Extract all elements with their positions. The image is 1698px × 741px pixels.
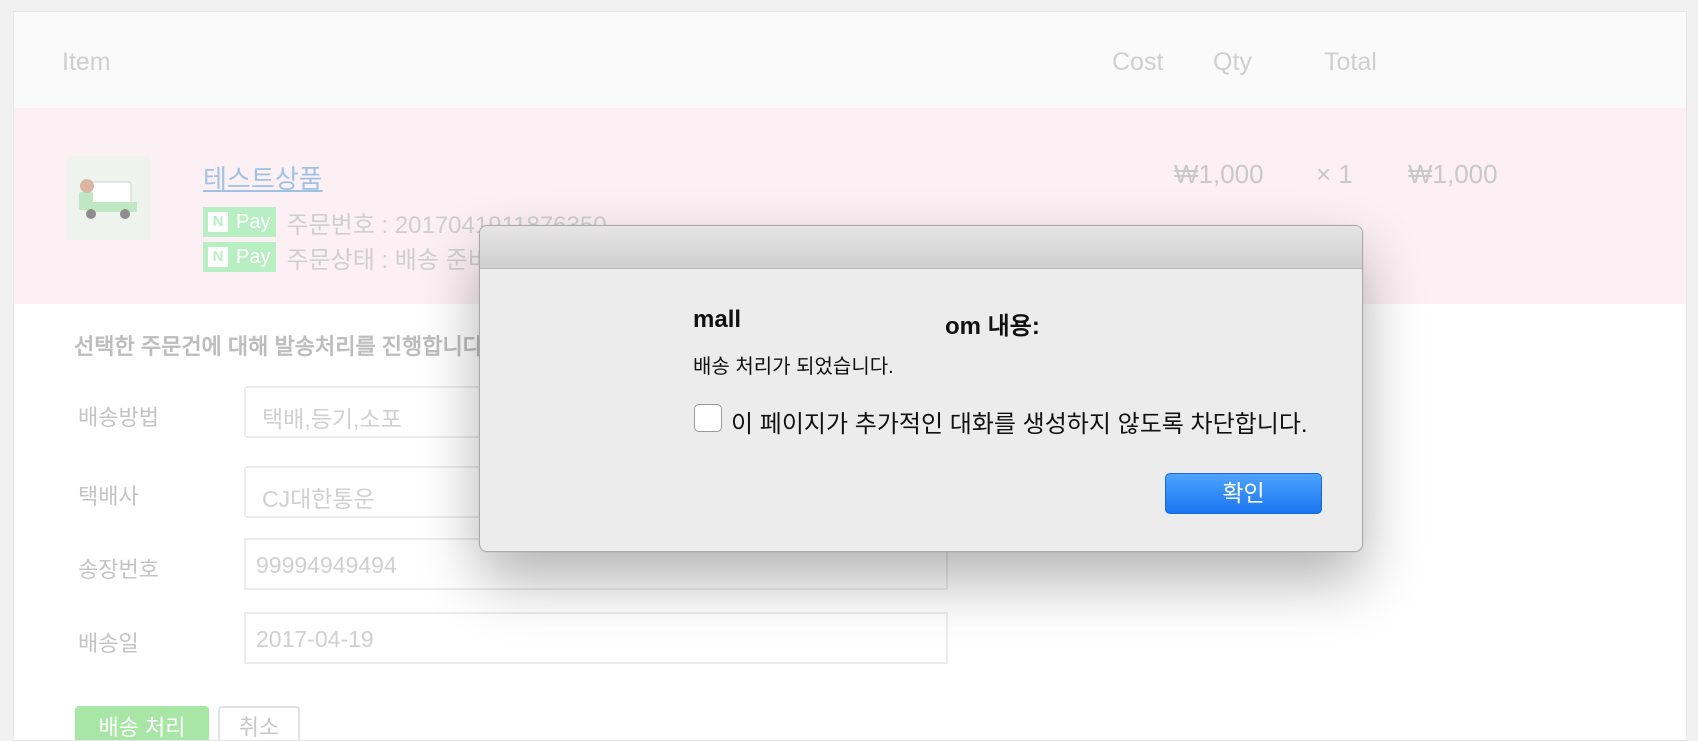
dialog-title-right: om 내용: <box>945 313 1040 340</box>
field-label-invoice-number: 송장번호 <box>78 557 159 582</box>
header-total: Total <box>1324 48 1377 76</box>
order-status: 주문상태 : 배송 준비 <box>286 246 490 274</box>
item-qty: × 1 <box>1316 159 1353 189</box>
product-name-link[interactable]: 테스트상품 <box>203 159 323 196</box>
product-thumbnail[interactable] <box>67 156 151 240</box>
cancel-button[interactable]: 취소 <box>218 706 300 740</box>
ship-button[interactable]: 배송 처리 <box>75 706 209 740</box>
header-cost: Cost <box>1112 48 1164 76</box>
block-dialogs-checkbox[interactable] <box>694 404 722 432</box>
naver-pay-badge: N Pay <box>203 242 277 272</box>
dialog-title-left: mall <box>693 306 742 333</box>
pay-badge-label: Pay <box>236 245 271 268</box>
naver-pay-badge: N Pay <box>203 207 277 237</box>
header-qty: Qty <box>1213 48 1252 76</box>
delivery-truck-icon <box>79 179 137 219</box>
ship-date-input[interactable]: 2017-04-19 <box>244 612 948 664</box>
order-status-line: N Pay 주문상태 : 배송 준비 <box>203 241 490 274</box>
field-label-ship-date: 배송일 <box>78 631 139 656</box>
item-total: ₩1,000 <box>1408 159 1498 189</box>
dialog-message: 배송 처리가 되었습니다. <box>693 356 894 378</box>
redacted-domain <box>745 298 945 338</box>
naver-n-icon: N <box>208 212 228 232</box>
block-dialogs-label[interactable]: 이 페이지가 추가적인 대화를 생성하지 않도록 차단합니다. <box>731 404 1308 439</box>
dialog-titlebar[interactable] <box>480 226 1362 269</box>
item-cost: ₩1,000 <box>1174 159 1264 189</box>
header-item: Item <box>62 48 111 76</box>
pay-badge-label: Pay <box>236 210 271 233</box>
naver-n-icon: N <box>208 247 228 267</box>
alert-dialog: mall om 내용: 배송 처리가 되었습니다. 이 페이지가 추가적인 대화… <box>479 225 1363 552</box>
field-label-courier: 택배사 <box>78 484 139 509</box>
table-header: Item Cost Qty Total <box>14 12 1686 108</box>
ok-button[interactable]: 확인 <box>1165 473 1322 514</box>
field-label-shipping-method: 배송방법 <box>78 405 159 430</box>
form-notice: 선택한 주문건에 대해 발송처리를 진행합니다 <box>74 334 484 359</box>
